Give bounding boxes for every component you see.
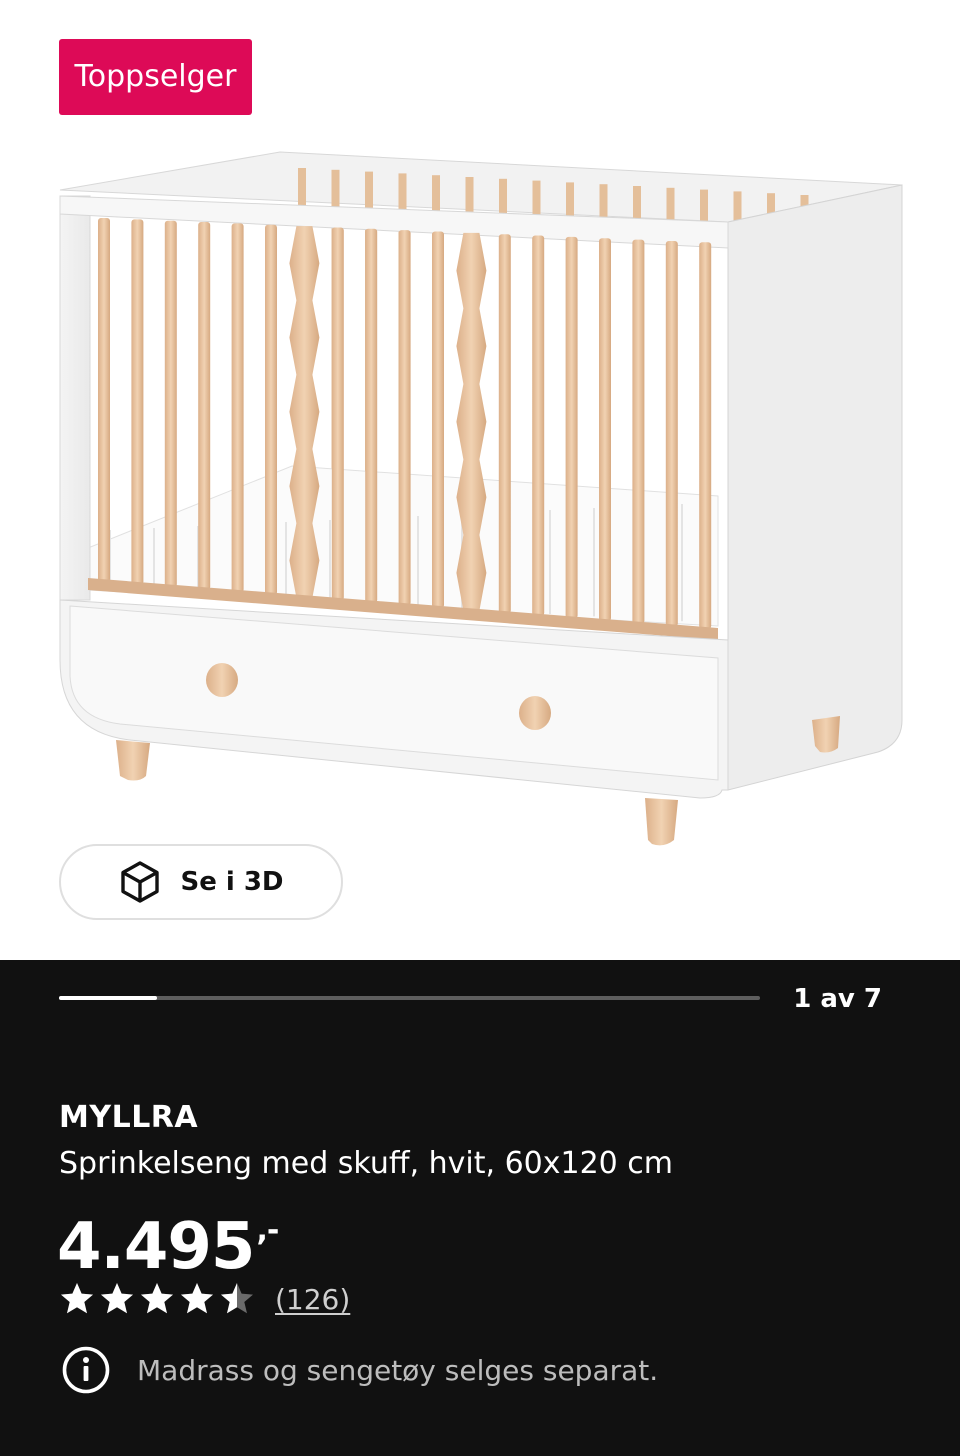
star-icon [221,1283,253,1314]
price: 4.495,- [57,1189,279,1289]
info-icon [62,1346,110,1394]
crib-slat [98,218,110,582]
crib-slat [532,235,545,616]
price-suffix: ,- [256,1213,279,1248]
crib-slat [398,230,411,606]
crib-slat [289,226,320,598]
crib-slat [331,227,344,601]
rating[interactable]: (126) [59,1281,350,1317]
star-icon [61,1283,93,1314]
crib-slat [164,220,177,588]
product-description: Sprinkelseng med skuff, hvit, 60x120 cm [59,1146,674,1181]
crib-slat [498,234,511,614]
crib-slat [231,223,244,593]
crib-slat [665,240,678,627]
crib-slat [632,239,645,624]
notice: Madrass og sengetøy selges separat. [61,1345,658,1395]
crib-slat [599,238,611,621]
view-3d-label: Se i 3D [180,867,284,897]
view-3d-button[interactable]: Se i 3D [59,844,343,920]
crib-slat [198,222,211,590]
crib-slat [265,224,277,595]
star-rating [59,1281,255,1317]
star-icon [101,1283,133,1314]
product-image-area[interactable]: Toppselger Se i 3D [0,0,960,960]
review-count-link[interactable]: (126) [275,1283,350,1316]
price-main: 4.495 [57,1210,255,1284]
crib-slat [365,228,378,603]
crib-slat [456,232,487,611]
gallery-progress-fill [59,996,158,1000]
cube-3d-icon [121,861,160,903]
crib-slat [565,236,578,619]
product-image [59,151,903,846]
star-icon [141,1283,173,1314]
product-name: MYLLRA [59,1100,199,1135]
crib-slat [131,219,144,585]
crib-slat [432,231,444,608]
notice-text: Madrass og sengetøy selges separat. [137,1353,659,1387]
gallery-progress [59,996,760,1000]
gallery-pager: 1 av 7 [793,984,882,1014]
crib-slat [699,242,712,629]
star-icon [181,1283,213,1314]
